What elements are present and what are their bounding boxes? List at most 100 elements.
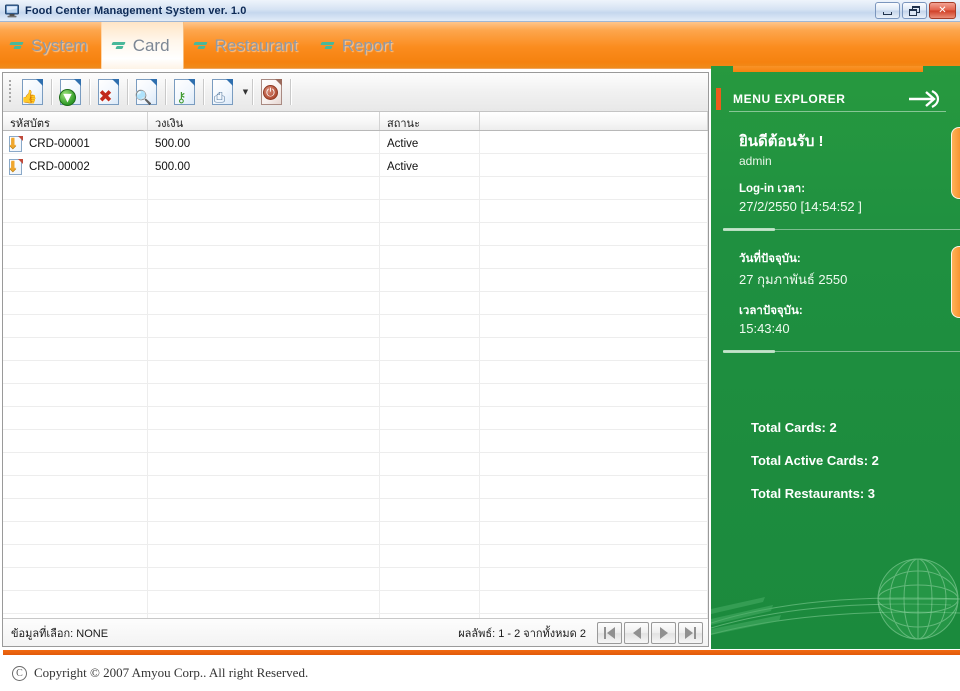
toolbar-separator (89, 79, 91, 105)
column-header-blank[interactable] (480, 112, 708, 130)
tab-card[interactable]: Card (100, 22, 184, 69)
cell-blank (480, 522, 708, 544)
print-dropdown-button[interactable]: ▼ (240, 76, 251, 109)
current-date-label: วันที่ปัจจุบัน: (739, 253, 801, 265)
table-row-empty[interactable] (3, 568, 708, 591)
table-row-empty[interactable] (3, 384, 708, 407)
tab-label: Restaurant (214, 35, 298, 55)
table-row-empty[interactable] (3, 545, 708, 568)
table-row-empty[interactable] (3, 223, 708, 246)
cell-status (380, 476, 480, 498)
explorer-header: MENU EXPLORER (711, 85, 960, 113)
cell-amount (148, 591, 380, 613)
last-page-button[interactable] (678, 621, 703, 644)
tab-report[interactable]: Report (311, 22, 406, 69)
close-icon: ✕ (938, 4, 947, 16)
cell-card-code (3, 522, 148, 544)
cell-card-code: ⬇ CRD-00001 (3, 131, 148, 153)
last-page-icon (685, 626, 696, 639)
search-card-button[interactable]: 🔍 (130, 76, 164, 109)
cell-status (380, 545, 480, 567)
table-row-empty[interactable] (3, 499, 708, 522)
cell-status: Active (380, 154, 480, 176)
table-row-empty[interactable] (3, 177, 708, 200)
save-card-button[interactable]: ▼ (54, 76, 88, 109)
cell-amount (148, 453, 380, 475)
cell-card-code (3, 177, 148, 199)
document-download-icon: ▼ (58, 78, 84, 106)
toolbar: 👍 ▼ ✖ 🔍 ⚷ ⎙ ▼ ⏻ (3, 73, 708, 112)
table-row-empty[interactable] (3, 269, 708, 292)
minimize-button[interactable] (875, 2, 900, 19)
toolbar-separator (127, 79, 129, 105)
cell-status (380, 246, 480, 268)
cell-status (380, 384, 480, 406)
table-row-empty[interactable] (3, 200, 708, 223)
cell-blank (480, 361, 708, 383)
tab-system[interactable]: System (0, 22, 101, 69)
column-header-card-code[interactable]: รหัสบัตร (3, 112, 148, 130)
tab-label: Card (132, 35, 170, 55)
cell-blank (480, 430, 708, 452)
next-page-button[interactable] (651, 621, 676, 644)
table-row-empty[interactable] (3, 361, 708, 384)
table-row-empty[interactable] (3, 430, 708, 453)
cell-amount (148, 292, 380, 314)
cell-status (380, 292, 480, 314)
card-list-panel: 👍 ▼ ✖ 🔍 ⚷ ⎙ ▼ ⏻ รหัสบัตร วงเงิน สถานะ ⬇ … (2, 72, 709, 647)
cell-blank (480, 292, 708, 314)
cell-status: Active (380, 131, 480, 153)
table-row-empty[interactable] (3, 292, 708, 315)
section-tab-datetime[interactable] (951, 246, 960, 318)
table-row-empty[interactable] (3, 453, 708, 476)
column-header-status[interactable]: สถานะ (380, 112, 480, 130)
cell-blank (480, 545, 708, 567)
cell-card-code-text: CRD-00001 (29, 138, 90, 150)
toolbar-separator (252, 79, 254, 105)
restore-button[interactable] (902, 2, 927, 19)
section-tab-welcome[interactable] (951, 127, 960, 199)
cell-blank (480, 384, 708, 406)
column-header-amount[interactable]: วงเงิน (148, 112, 380, 130)
cell-status (380, 407, 480, 429)
table-row-empty[interactable] (3, 407, 708, 430)
footer: C Copyright © 2007 Amyou Corp.. All righ… (0, 655, 960, 691)
current-user: admin (739, 154, 772, 168)
menu-explorer-panel: MENU EXPLORER ยินดีต้อนรับ ! admin Log-i… (711, 66, 960, 651)
delete-card-button[interactable]: ✖ (92, 76, 126, 109)
cell-status (380, 177, 480, 199)
permission-button[interactable]: ⚷ (168, 76, 202, 109)
table-row-empty[interactable] (3, 476, 708, 499)
cell-amount (148, 315, 380, 337)
cell-blank (480, 568, 708, 590)
cell-status (380, 200, 480, 222)
close-button[interactable]: ✕ (929, 2, 956, 19)
datetime-section: วันที่ปัจจุบัน: 27 กุมภาพันธ์ 2550 เวลาป… (711, 232, 960, 350)
cell-card-code-text: CRD-00002 (29, 161, 90, 173)
toolbar-separator (203, 79, 205, 105)
table-row-empty[interactable] (3, 591, 708, 614)
table-row-empty[interactable] (3, 338, 708, 361)
tab-restaurant[interactable]: Restaurant (184, 22, 311, 69)
document-print-icon: ⎙ (210, 78, 236, 106)
table-row-empty[interactable] (3, 246, 708, 269)
table-row[interactable]: ⬇ CRD-00002 500.00 Active (3, 154, 708, 177)
first-page-button[interactable] (597, 621, 622, 644)
new-card-button[interactable]: 👍 (16, 76, 50, 109)
cell-blank (480, 223, 708, 245)
arrow-right-icon[interactable] (907, 87, 943, 111)
table-row[interactable]: ⬇ CRD-00001 500.00 Active (3, 131, 708, 154)
toolbar-gripper[interactable] (6, 78, 14, 106)
tab-label: Report (341, 35, 393, 55)
table-row-empty[interactable] (3, 522, 708, 545)
toolbar-separator (165, 79, 167, 105)
cell-blank (480, 407, 708, 429)
cell-card-code (3, 384, 148, 406)
cell-amount (148, 269, 380, 291)
exit-button[interactable]: ⏻ (255, 76, 289, 109)
prev-page-button[interactable] (624, 621, 649, 644)
cell-amount (148, 499, 380, 521)
explorer-notch (733, 66, 923, 72)
print-button[interactable]: ⎙ (206, 76, 240, 109)
table-row-empty[interactable] (3, 315, 708, 338)
